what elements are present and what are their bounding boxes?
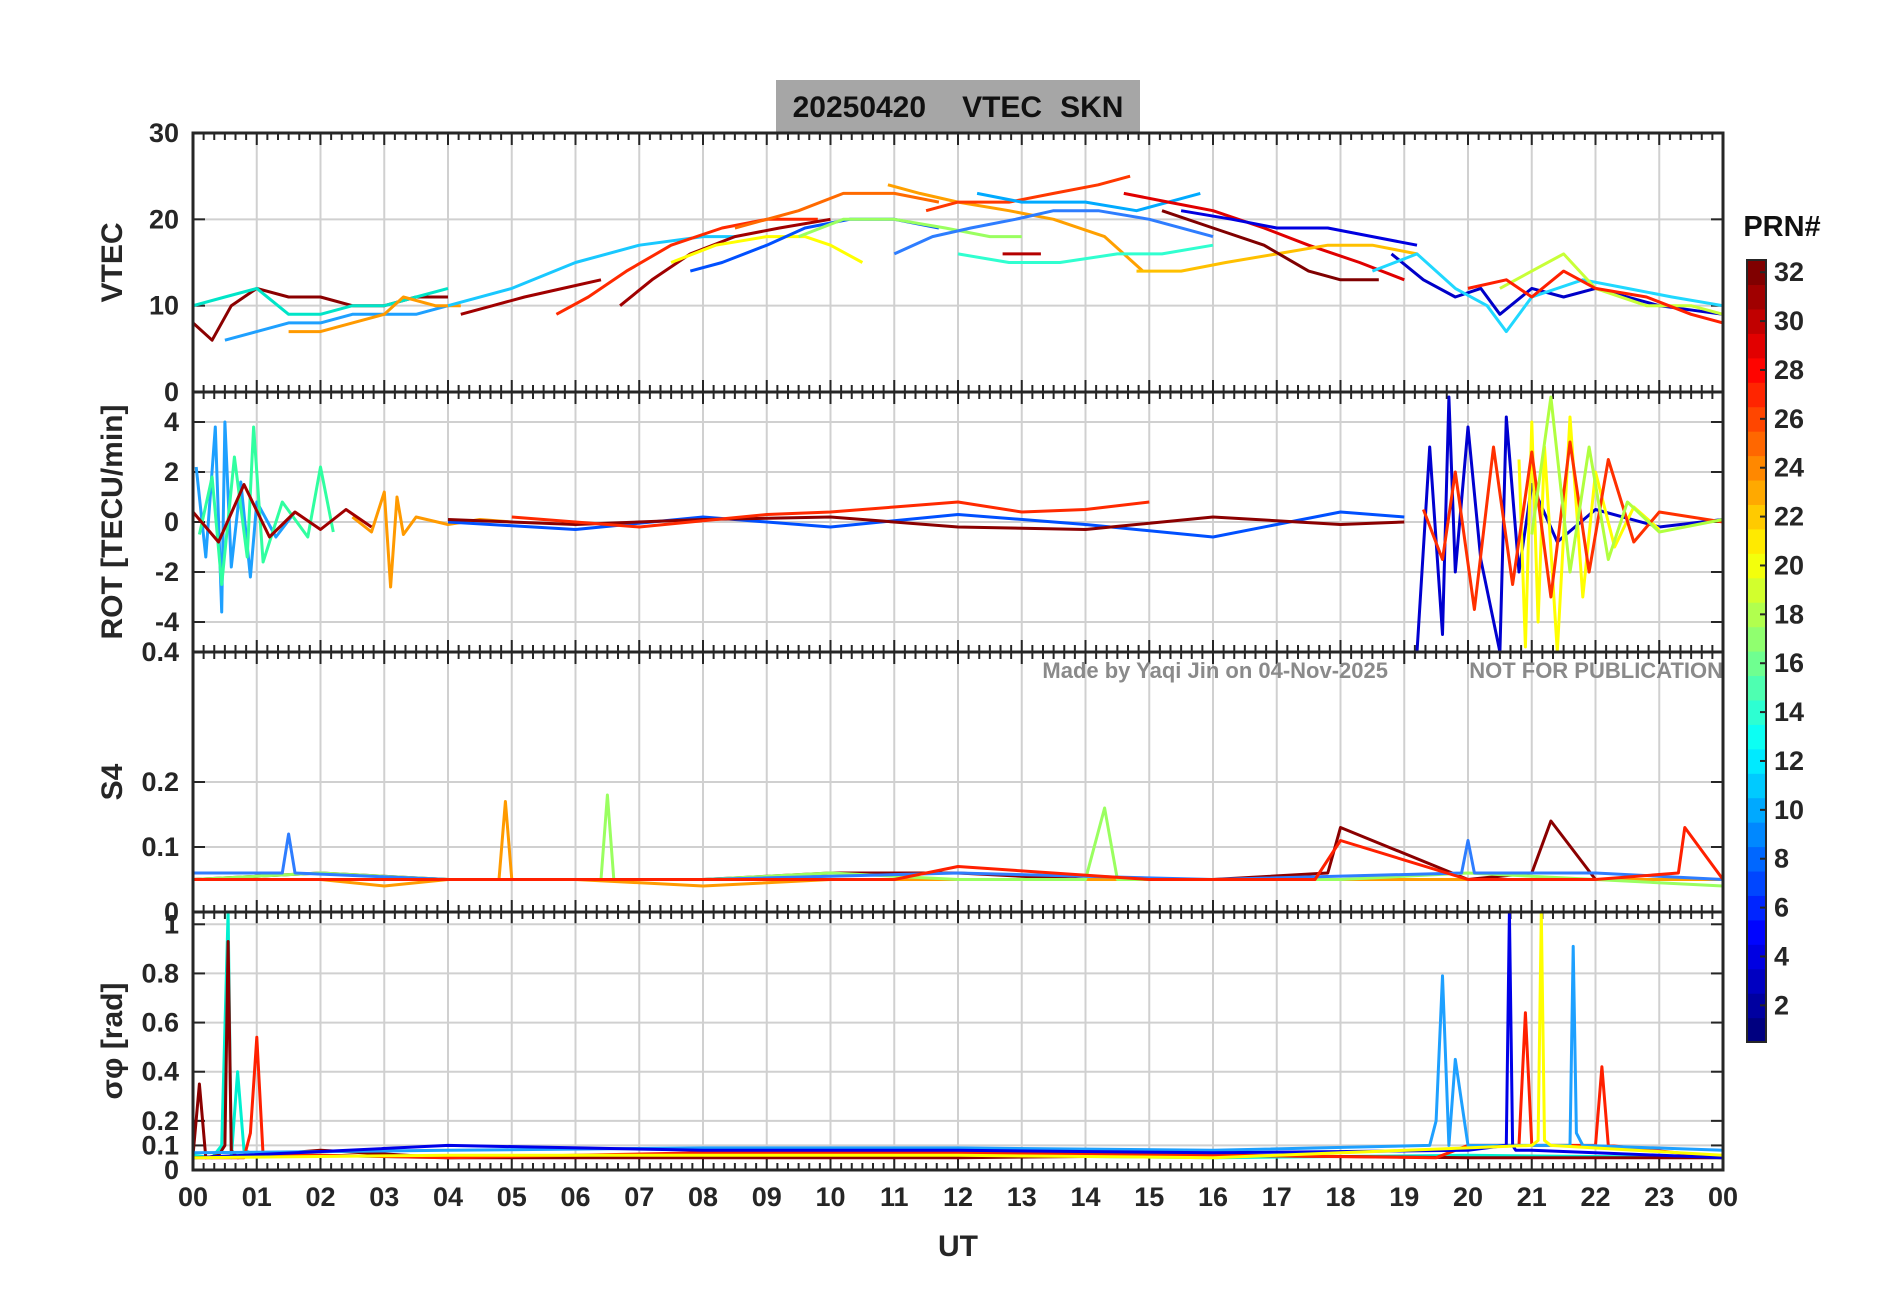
colorbar-segment (1747, 577, 1766, 603)
colorbar-tick-label: 26 (1774, 404, 1804, 434)
colorbar-segment (1747, 724, 1766, 750)
x-tick-label: 14 (1070, 1182, 1100, 1212)
colorbar-tick-label: 18 (1774, 599, 1804, 629)
x-tick-label: 02 (305, 1182, 335, 1212)
sigma_phi-y-axis-label: σφ [rad] (96, 983, 129, 1100)
x-tick-label: 21 (1517, 1182, 1547, 1212)
colorbar-segment (1747, 968, 1766, 994)
x-tick-label: 07 (624, 1182, 654, 1212)
title-station: SKN (1060, 91, 1123, 124)
colorbar-tick-label: 20 (1774, 550, 1804, 580)
x-tick-label: 06 (560, 1182, 590, 1212)
sigma_phi-ytick-label: 0.2 (141, 1106, 179, 1136)
sigma_phi-ytick-label: 1 (164, 909, 179, 939)
colorbar-tick-label: 10 (1774, 795, 1804, 825)
colorbar-segment (1747, 528, 1766, 554)
colorbar-segment (1747, 870, 1766, 896)
rot-ytick-label: -4 (155, 607, 179, 637)
colorbar-tick-label: 24 (1774, 453, 1804, 483)
x-tick-label: 22 (1580, 1182, 1610, 1212)
x-tick-label: 09 (752, 1182, 782, 1212)
colorbar-segment (1747, 919, 1766, 945)
colorbar-segment (1747, 1017, 1766, 1043)
colorbar-segment (1747, 382, 1766, 408)
colorbar-title: PRN# (1743, 211, 1820, 243)
colorbar-tick-label: 8 (1774, 844, 1789, 874)
colorbar-tick-label: 30 (1774, 306, 1804, 336)
vtec-ytick-label: 20 (149, 204, 179, 234)
rot-ytick-label: 0 (164, 507, 179, 537)
x-tick-label: 17 (1262, 1182, 1292, 1212)
rot-ytick-label: 4 (164, 407, 179, 437)
x-tick-label: 00 (1708, 1182, 1738, 1212)
colorbar-tick-label: 22 (1774, 502, 1804, 532)
x-tick-label: 15 (1134, 1182, 1164, 1212)
x-tick-label: 23 (1644, 1182, 1674, 1212)
vtec-ytick-label: 10 (149, 291, 179, 321)
colorbar-tick-label: 32 (1774, 257, 1804, 287)
colorbar-tick-label: 2 (1774, 990, 1789, 1020)
rot-y-axis-label: ROT [TECU/min] (96, 405, 129, 640)
colorbar-tick-label: 12 (1774, 746, 1804, 776)
title-quantity: VTEC (962, 91, 1042, 124)
panel-sigma_phi: 00.10.20.40.60.81σφ [rad] (96, 909, 1725, 1185)
sigma_phi-ytick-label: 0.8 (141, 958, 179, 988)
x-tick-label: 18 (1325, 1182, 1355, 1212)
x-tick-label: 13 (1007, 1182, 1037, 1212)
colorbar: 2468101214161820222426283032 (1746, 257, 1804, 1043)
s4-ytick-label: 0.4 (141, 637, 179, 667)
x-tick-label: 19 (1389, 1182, 1419, 1212)
colorbar-segment (1747, 822, 1766, 848)
rot-ytick-label: 2 (164, 457, 179, 487)
watermark-made-by: Made by Yaqi Jin on 04-Nov-2025 (1042, 658, 1388, 683)
x-tick-label: 00 (178, 1182, 208, 1212)
x-axis-label: UT (938, 1230, 978, 1263)
x-tick-label: 10 (815, 1182, 845, 1212)
x-tick-label: 08 (688, 1182, 718, 1212)
panel-rot: -4 -2 0 2 4 ROT [TECU/min] (96, 390, 1725, 654)
colorbar-segment (1747, 284, 1766, 310)
s4-ytick-label: 0.1 (141, 832, 179, 862)
x-tick-label: 03 (369, 1182, 399, 1212)
colorbar-tick-label: 6 (1774, 893, 1789, 923)
x-tick-label: 12 (943, 1182, 973, 1212)
colorbar-tick-label: 14 (1774, 697, 1804, 727)
rot-ytick-label: -2 (155, 557, 179, 587)
x-tick-label: 04 (433, 1182, 463, 1212)
vtec-y-axis-label: VTEC (96, 222, 129, 302)
vtec-ytick-label: 30 (149, 118, 179, 148)
x-tick-label: 05 (497, 1182, 527, 1212)
x-tick-label: 20 (1453, 1182, 1483, 1212)
s4-ytick-label: 0.2 (141, 767, 179, 797)
colorbar-segment (1747, 431, 1766, 457)
colorbar-segment (1747, 479, 1766, 505)
sigma_phi-ytick-label: 0.6 (141, 1008, 179, 1038)
colorbar-segment (1747, 626, 1766, 652)
vtec-ytick-label: 0 (164, 377, 179, 407)
colorbar-segment (1747, 333, 1766, 359)
s4-y-axis-label: S4 (96, 763, 129, 800)
x-tick-label: 16 (1198, 1182, 1228, 1212)
title-date: 20250420 (793, 91, 926, 124)
panel-vtec: 0 10 20 30 VTEC (96, 118, 1725, 407)
x-tick-label: 11 (880, 1182, 909, 1212)
watermark-notice: NOT FOR PUBLICATION (1469, 658, 1723, 683)
colorbar-segment (1747, 773, 1766, 799)
x-tick-label: 01 (242, 1182, 272, 1212)
sigma_phi-ytick-label: 0.4 (141, 1057, 179, 1087)
colorbar-tick-label: 4 (1774, 941, 1789, 971)
colorbar-tick-label: 16 (1774, 648, 1804, 678)
figure: 20250420 VTEC SKN 0102030VTEC-4-2024ROT [T… (96, 80, 1821, 1263)
colorbar-tick-label: 28 (1774, 355, 1804, 385)
colorbar-segment (1747, 675, 1766, 701)
